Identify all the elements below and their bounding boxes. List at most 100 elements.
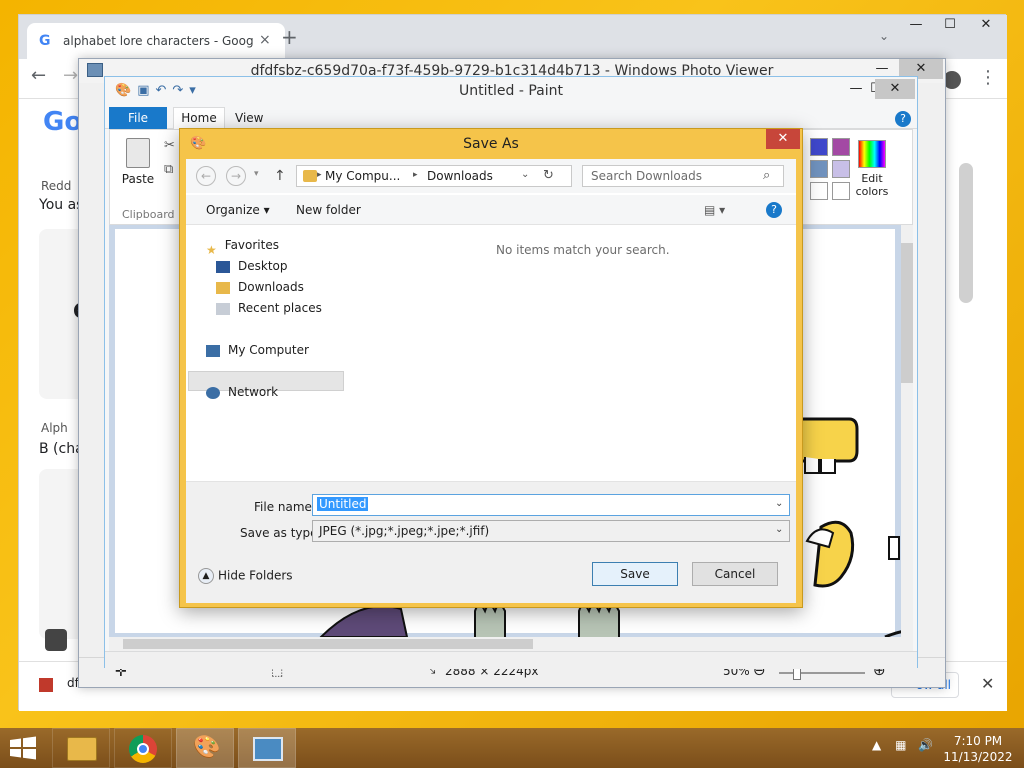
nav-recent-places[interactable]: Recent places: [216, 298, 322, 318]
taskbar-paint[interactable]: 🎨: [176, 728, 234, 768]
computer-icon: [206, 344, 220, 357]
paint-close-button[interactable]: ✕: [875, 79, 915, 99]
nav-downloads-label: Downloads: [238, 280, 304, 294]
recent-locations-chevron-icon[interactable]: ▾: [254, 169, 259, 179]
show-hidden-icons-icon[interactable]: ▲: [872, 738, 881, 752]
nav-my-computer-label: My Computer: [228, 343, 309, 357]
cut-icon[interactable]: ✂: [164, 138, 175, 153]
nav-downloads[interactable]: Downloads: [216, 277, 304, 297]
copy-icon[interactable]: ⧉: [164, 162, 173, 177]
file-name-label: File name:: [254, 500, 316, 514]
tab-file[interactable]: File: [109, 107, 167, 129]
taskbar-file-explorer[interactable]: [52, 728, 110, 768]
chrome-close-button[interactable]: ✕: [969, 15, 1003, 35]
clock-date[interactable]: 11/13/2022: [938, 750, 1018, 764]
download-file-icon: [39, 678, 53, 692]
taskbar-chrome[interactable]: [114, 728, 172, 768]
tab-search-chevron-icon[interactable]: ⌄: [879, 29, 889, 43]
save-as-title: Save As: [463, 136, 519, 152]
chrome-maximize-button[interactable]: ☐: [933, 15, 967, 35]
nav-my-computer[interactable]: My Computer: [206, 340, 309, 360]
edit-colors-label: Edit colors: [855, 172, 889, 198]
save-type-select[interactable]: JPEG (*.jpg;*.jpeg;*.jpe;*.jfif) ⌄: [312, 520, 790, 542]
breadcrumb-downloads[interactable]: Downloads: [427, 169, 493, 183]
address-dropdown-icon[interactable]: ⌄: [521, 169, 529, 180]
new-folder-button[interactable]: New folder: [296, 203, 361, 217]
palette-swatch[interactable]: [832, 160, 850, 178]
paint-vertical-scroll-thumb[interactable]: [901, 243, 913, 383]
chrome-menu-icon[interactable]: ⋮: [979, 67, 997, 88]
result-title-b-char[interactable]: B (cha: [39, 441, 84, 457]
help-icon[interactable]: ?: [895, 111, 911, 127]
nav-network-label: Network: [228, 385, 279, 399]
refresh-icon[interactable]: ↻: [543, 168, 554, 183]
chrome-page-scrollbar[interactable]: [959, 163, 973, 303]
back-arrow-icon[interactable]: ←: [31, 65, 46, 86]
tab-home[interactable]: Home: [173, 107, 225, 129]
palette-swatch[interactable]: [810, 160, 828, 178]
save-as-titlebar[interactable]: 🎨 Save As ✕: [180, 129, 802, 159]
organize-button[interactable]: Organize ▾: [206, 203, 270, 217]
paint-title: Untitled - Paint: [459, 83, 563, 99]
breadcrumb-chevron-icon: ▸: [317, 170, 322, 180]
cancel-button[interactable]: Cancel: [692, 562, 778, 586]
alph-source-label[interactable]: Alph: [41, 421, 68, 435]
save-as-body: ← → ▾ ↑ ▸ My Compu... ▸ Downloads ⌄ ↻ Se…: [186, 159, 796, 603]
nav-favorites-label: Favorites: [224, 238, 279, 252]
chrome-minimize-button[interactable]: —: [899, 15, 933, 35]
paint-titlebar[interactable]: 🎨▣↶↷▾ Untitled - Paint — ☐ ✕: [105, 77, 917, 105]
taskbar: 🎨 ▲ ▦ 🔊 7:10 PM 11/13/2022: [0, 728, 1024, 768]
nav-network[interactable]: Network: [206, 382, 278, 402]
back-arrow-icon[interactable]: ←: [196, 166, 216, 186]
folder-icon: [303, 170, 317, 182]
result-title-you-as[interactable]: You as: [39, 197, 83, 213]
google-logo[interactable]: Go: [43, 107, 82, 137]
forward-arrow-icon[interactable]: →: [63, 65, 78, 86]
close-tab-icon[interactable]: ×: [259, 32, 271, 48]
view-options-icon[interactable]: ▤ ▾: [704, 203, 725, 217]
photo-viewer-icon: [253, 737, 283, 761]
help-icon[interactable]: ?: [766, 202, 782, 218]
clock-time[interactable]: 7:10 PM: [938, 734, 1018, 748]
downloads-folder-icon: [216, 281, 230, 294]
play-icon[interactable]: [45, 629, 67, 651]
nav-desktop-label: Desktop: [238, 259, 288, 273]
search-input[interactable]: Search Downloads ⌕: [582, 165, 784, 187]
chrome-tab-google-search[interactable]: G alphabet lore characters - Google Sear…: [27, 23, 285, 59]
new-tab-button[interactable]: +: [281, 25, 298, 49]
paint-statusbar: [105, 651, 917, 669]
google-favicon-icon: G: [39, 33, 51, 49]
save-type-value: JPEG (*.jpg;*.jpeg;*.jpe;*.jfif): [319, 524, 490, 538]
zoom-slider-track[interactable]: [779, 672, 865, 674]
palette-swatch[interactable]: [810, 138, 828, 156]
network-tray-icon[interactable]: ▦: [895, 738, 906, 752]
volume-icon[interactable]: 🔊: [918, 738, 933, 752]
tab-view[interactable]: View: [235, 111, 263, 125]
clipboard-icon: [126, 138, 150, 168]
address-bar[interactable]: ▸ My Compu... ▸ Downloads ⌄ ↻: [296, 165, 572, 187]
forward-arrow-icon[interactable]: →: [226, 166, 246, 186]
up-arrow-icon[interactable]: ↑: [274, 168, 286, 184]
palette-swatch[interactable]: [832, 182, 850, 200]
downloads-bar-close-icon[interactable]: ✕: [981, 674, 994, 693]
palette-swatch[interactable]: [810, 182, 828, 200]
taskbar-photo-viewer[interactable]: [238, 728, 296, 768]
nav-desktop[interactable]: Desktop: [216, 256, 288, 276]
save-button[interactable]: Save: [592, 562, 678, 586]
palette-swatch[interactable]: [832, 138, 850, 156]
save-as-close-button[interactable]: ✕: [766, 129, 800, 149]
paste-button[interactable]: Paste: [118, 138, 158, 198]
chrome-tab-title: alphabet lore characters - Google Search: [63, 34, 253, 48]
windows-start-icon[interactable]: [8, 736, 38, 760]
breadcrumb-my-computer[interactable]: My Compu...: [325, 169, 400, 183]
nav-favorites[interactable]: ★ Favorites: [206, 235, 279, 257]
file-name-input[interactable]: Untitled ⌄: [312, 494, 790, 516]
edit-colors-button[interactable]: Edit colors: [852, 140, 892, 198]
chevron-down-icon[interactable]: ⌄: [775, 524, 783, 535]
chevron-down-icon[interactable]: ⌄: [775, 498, 783, 509]
paint-horizontal-scroll-thumb[interactable]: [123, 639, 533, 649]
chrome-icon-center: [137, 743, 149, 755]
hide-folders-button[interactable]: ▲ Hide Folders: [198, 568, 293, 584]
breadcrumb-chevron-icon: ▸: [413, 170, 418, 180]
reddit-source-label[interactable]: Redd: [41, 179, 71, 193]
